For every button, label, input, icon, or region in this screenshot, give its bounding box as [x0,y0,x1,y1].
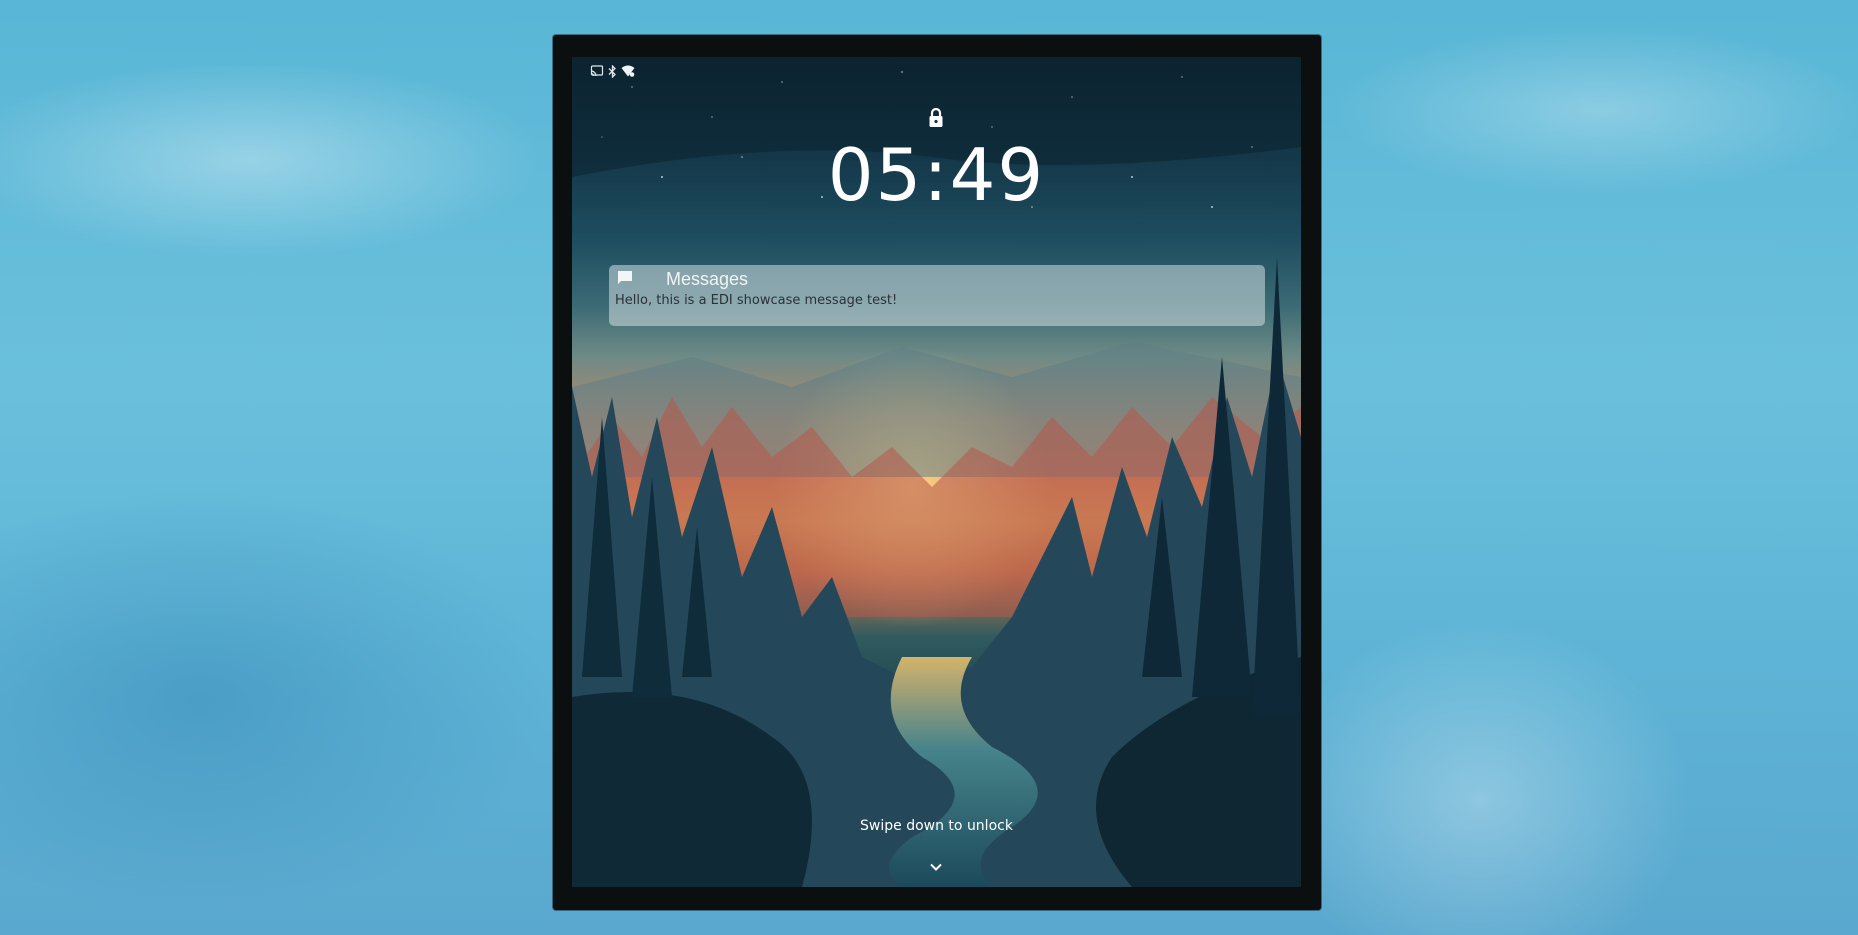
message-notification[interactable]: Messages Hello, this is a EDI showcase m… [609,265,1265,326]
bluetooth-icon [608,64,617,78]
chevron-down-icon[interactable] [929,857,943,871]
notification-message: Hello, this is a EDI showcase message te… [615,293,898,308]
status-bar [590,63,635,79]
cast-icon [590,65,604,77]
wifi-icon [621,65,635,77]
unlock-hint: Swipe down to unlock [860,818,1013,834]
clock-time: 05:49 [827,133,1046,217]
message-icon [617,270,633,286]
lock-screen[interactable]: 05:49 Messages Hello, this is a EDI show… [572,57,1301,887]
device-frame: 05:49 Messages Hello, this is a EDI show… [553,35,1321,910]
lock-icon [927,107,945,129]
notification-app-name: Messages [666,269,749,289]
